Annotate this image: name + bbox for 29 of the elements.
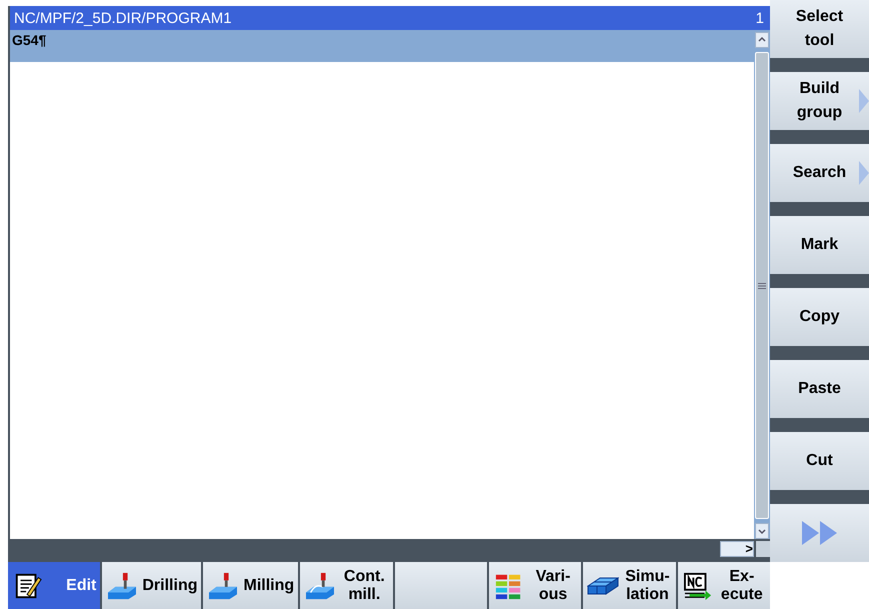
- softkey[interactable]: Simu- lation: [583, 562, 676, 609]
- softkey[interactable]: Ex- ecute: [678, 562, 770, 609]
- softkey[interactable]: Vari- ous: [488, 562, 582, 609]
- scroll-right-button[interactable]: >: [720, 541, 754, 557]
- softkey[interactable]: Drilling: [102, 562, 202, 609]
- softkey[interactable]: Build group: [770, 72, 869, 130]
- tool-on-workpiece-icon: [106, 572, 138, 600]
- softkey[interactable]: Edit: [8, 562, 100, 609]
- scrollbar-corner: [756, 541, 770, 557]
- softkey[interactable]: Copy: [770, 288, 869, 346]
- softkey[interactable]: Select tool: [770, 0, 869, 58]
- scroll-down-icon[interactable]: [755, 523, 769, 539]
- vertical-scrollbar[interactable]: [754, 30, 770, 539]
- tool-on-workpiece-icon: [207, 572, 240, 600]
- scroll-up-icon[interactable]: [755, 32, 769, 48]
- double-arrow-icon: [800, 520, 840, 546]
- submenu-arrow-icon: [859, 161, 869, 185]
- softkey[interactable]: Paste: [770, 360, 869, 418]
- nc-execute-icon: [682, 572, 714, 600]
- softkey[interactable]: Cont. mill.: [300, 562, 393, 609]
- line-number: 1: [756, 10, 764, 26]
- program-path: NC/MPF/2_5D.DIR/PROGRAM1: [14, 10, 232, 26]
- scroll-grip-icon[interactable]: [758, 282, 766, 288]
- softkey[interactable]: Cut: [770, 432, 869, 490]
- softkey[interactable]: Search: [770, 144, 869, 202]
- submenu-arrow-icon: [859, 89, 869, 113]
- tool-on-workpiece-icon: [304, 572, 336, 600]
- softkey[interactable]: Milling: [203, 562, 298, 609]
- softkey[interactable]: Mark: [770, 216, 869, 274]
